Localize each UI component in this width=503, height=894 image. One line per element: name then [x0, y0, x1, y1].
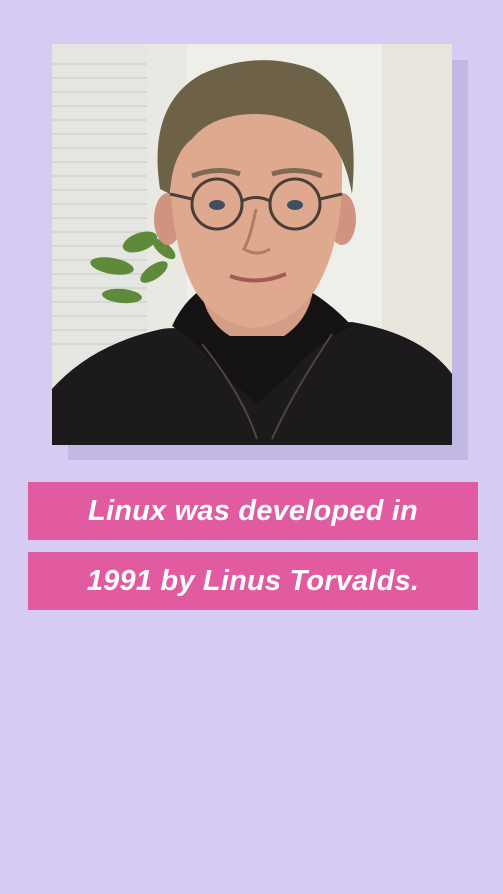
caption-line-1: Linux was developed in — [28, 482, 478, 540]
portrait-photo — [52, 44, 452, 445]
caption-line-2-text: 1991 by Linus Torvalds. — [86, 564, 420, 597]
caption-line-1-text: Linux was developed in — [88, 494, 418, 527]
caption-line-2: 1991 by Linus Torvalds. — [28, 552, 478, 610]
